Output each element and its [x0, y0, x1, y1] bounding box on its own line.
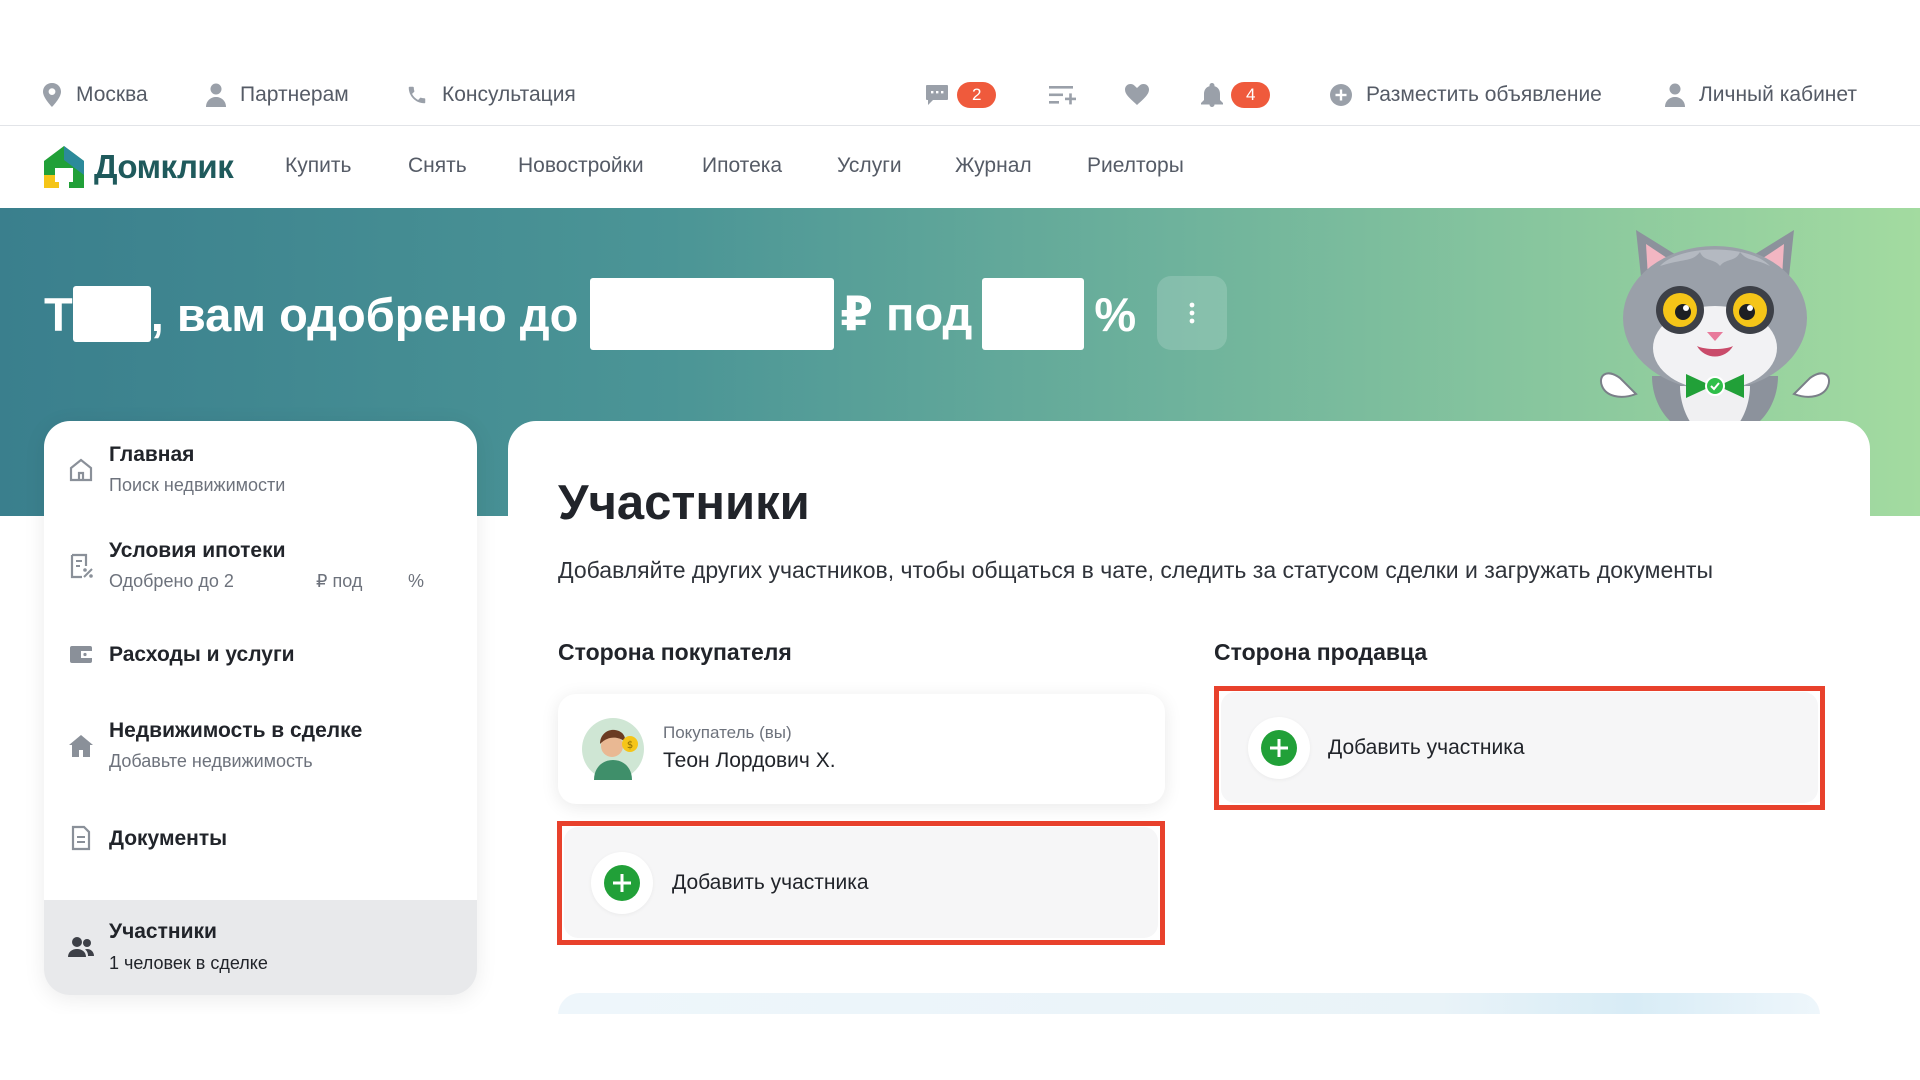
bell-icon	[1201, 83, 1223, 107]
redacted-rate	[982, 278, 1085, 350]
person-icon	[206, 83, 226, 107]
nav-buy[interactable]: Купить	[285, 154, 351, 178]
sidebar-item-sublabel-currency: ₽ под	[316, 571, 363, 591]
seller-add-participant-button[interactable]: Добавить участника	[1221, 692, 1818, 803]
sidebar-item-expenses[interactable]: Расходы и услуги	[44, 613, 477, 693]
sidebar-item-sublabel: Одобрено до 2	[109, 571, 234, 591]
participant-name: Теон Лордович Х.	[663, 749, 836, 772]
sidebar-item-label: Участники	[109, 920, 217, 943]
main-navigation: Домклик Купить Снять Новостройки Ипотека…	[0, 126, 1920, 208]
buyer-add-participant-button[interactable]: Добавить участника	[564, 827, 1158, 938]
domclick-logo-icon	[44, 146, 84, 188]
messages-button[interactable]: 2	[925, 80, 997, 110]
vertical-dots-icon	[1189, 302, 1195, 324]
document-icon	[71, 825, 91, 851]
user-icon	[1665, 83, 1685, 107]
approval-headline: Т , вам одобрено до ₽ под %	[44, 278, 1136, 350]
notifications-button[interactable]: 4	[1201, 80, 1271, 110]
add-icon-wrap	[591, 852, 653, 914]
redacted-amount	[590, 278, 835, 350]
plus-circle-icon	[1330, 84, 1352, 106]
sidebar-item-property[interactable]: Недвижимость в сделке Добавьте недвижимо…	[44, 693, 477, 797]
sidebar-item-sublabel-percent: %	[408, 571, 425, 591]
post-ad-label: Разместить объявление	[1366, 83, 1602, 106]
nav-mortgage[interactable]: Ипотека	[702, 154, 782, 178]
name-initial: Т	[44, 287, 73, 341]
sidebar-item-label: Условия ипотеки	[109, 539, 286, 562]
favorites-button[interactable]	[1125, 80, 1149, 110]
document-percent-icon	[70, 553, 93, 579]
participant-role: Покупатель (вы)	[663, 723, 792, 742]
add-participant-label: Добавить участника	[1328, 736, 1525, 759]
buyer-participant-card[interactable]: $ Покупатель (вы) Теон Лордович Х.	[558, 694, 1165, 804]
partners-link[interactable]: Партнерам	[206, 80, 349, 110]
nav-services[interactable]: Услуги	[837, 154, 902, 178]
account-label: Личный кабинет	[1699, 83, 1857, 106]
city-label: Москва	[76, 83, 148, 106]
logo[interactable]: Домклик	[42, 144, 234, 190]
sidebar-item-sublabel: Поиск недвижимости	[109, 475, 286, 495]
top-utility-bar: Москва Партнерам Консультация 2 4 Размес…	[0, 66, 1920, 126]
page-description: Добавляйте других участников, чтобы обща…	[558, 557, 1713, 583]
nav-rent[interactable]: Снять	[408, 154, 467, 178]
nav-new-buildings[interactable]: Новостройки	[518, 154, 644, 178]
sidebar-item-participants[interactable]: Участники 1 человек в сделке	[44, 900, 477, 995]
sidebar-item-documents[interactable]: Документы	[44, 797, 477, 877]
logo-text: Домклик	[94, 148, 234, 185]
location-pin-icon	[43, 83, 61, 107]
chat-icon	[926, 85, 948, 105]
cat-mascot-illustration	[1600, 230, 1830, 438]
notifications-count-badge: 4	[1231, 82, 1271, 108]
page-title: Участники	[558, 476, 810, 530]
plus-circle-icon	[1261, 730, 1297, 766]
participants-panel: Участники Добавляйте других участников, …	[508, 421, 1870, 1033]
consultation-label: Консультация	[442, 83, 576, 106]
plus-circle-icon	[604, 865, 640, 901]
sidebar-item-sublabel: 1 человек в сделке	[109, 953, 268, 973]
phone-icon	[408, 86, 426, 104]
sidebar-item-label: Расходы и услуги	[109, 643, 295, 666]
house-icon	[69, 458, 93, 482]
deal-sidebar: Главная Поиск недвижимости Условия ипоте…	[44, 421, 477, 995]
redacted-name	[72, 286, 151, 342]
headline-part-2: ₽ под	[840, 287, 973, 340]
add-icon-wrap	[1248, 717, 1310, 779]
messages-count-badge: 2	[957, 82, 997, 108]
add-participant-label: Добавить участника	[672, 871, 869, 894]
sidebar-item-label: Недвижимость в сделке	[109, 719, 363, 742]
more-options-button[interactable]	[1157, 276, 1227, 350]
account-button[interactable]: Личный кабинет	[1665, 80, 1857, 110]
sidebar-item-sublabel: Добавьте недвижимость	[109, 751, 313, 771]
compare-list-icon	[1049, 86, 1076, 105]
people-icon	[68, 937, 94, 957]
wallet-icon	[70, 646, 92, 663]
heart-icon	[1125, 84, 1149, 105]
consultation-link[interactable]: Консультация	[406, 80, 576, 110]
avatar: $	[582, 718, 644, 780]
post-ad-button[interactable]: Разместить объявление	[1330, 80, 1602, 110]
city-selector[interactable]: Москва	[42, 80, 148, 110]
headline-part-3: %	[1094, 287, 1137, 341]
sidebar-item-label: Документы	[109, 827, 228, 850]
headline-part-1: , вам одобрено до	[150, 287, 579, 341]
sidebar-item-mortgage-terms[interactable]: Условия ипотеки Одобрено до 2 ₽ под %	[44, 517, 477, 613]
sidebar-item-home[interactable]: Главная Поиск недвижимости	[44, 421, 477, 517]
partners-label: Партнерам	[240, 83, 349, 106]
compare-button[interactable]	[1049, 80, 1077, 110]
page-bottom-whitespace	[0, 1014, 1920, 1080]
seller-side-title: Сторона продавца	[1214, 639, 1428, 665]
home-filled-icon	[69, 735, 93, 757]
svg-text:$: $	[627, 740, 633, 751]
nav-realtors[interactable]: Риелторы	[1087, 154, 1184, 178]
buyer-side-title: Сторона покупателя	[558, 639, 792, 665]
nav-journal[interactable]: Журнал	[955, 154, 1032, 178]
sidebar-item-label: Главная	[109, 443, 195, 466]
